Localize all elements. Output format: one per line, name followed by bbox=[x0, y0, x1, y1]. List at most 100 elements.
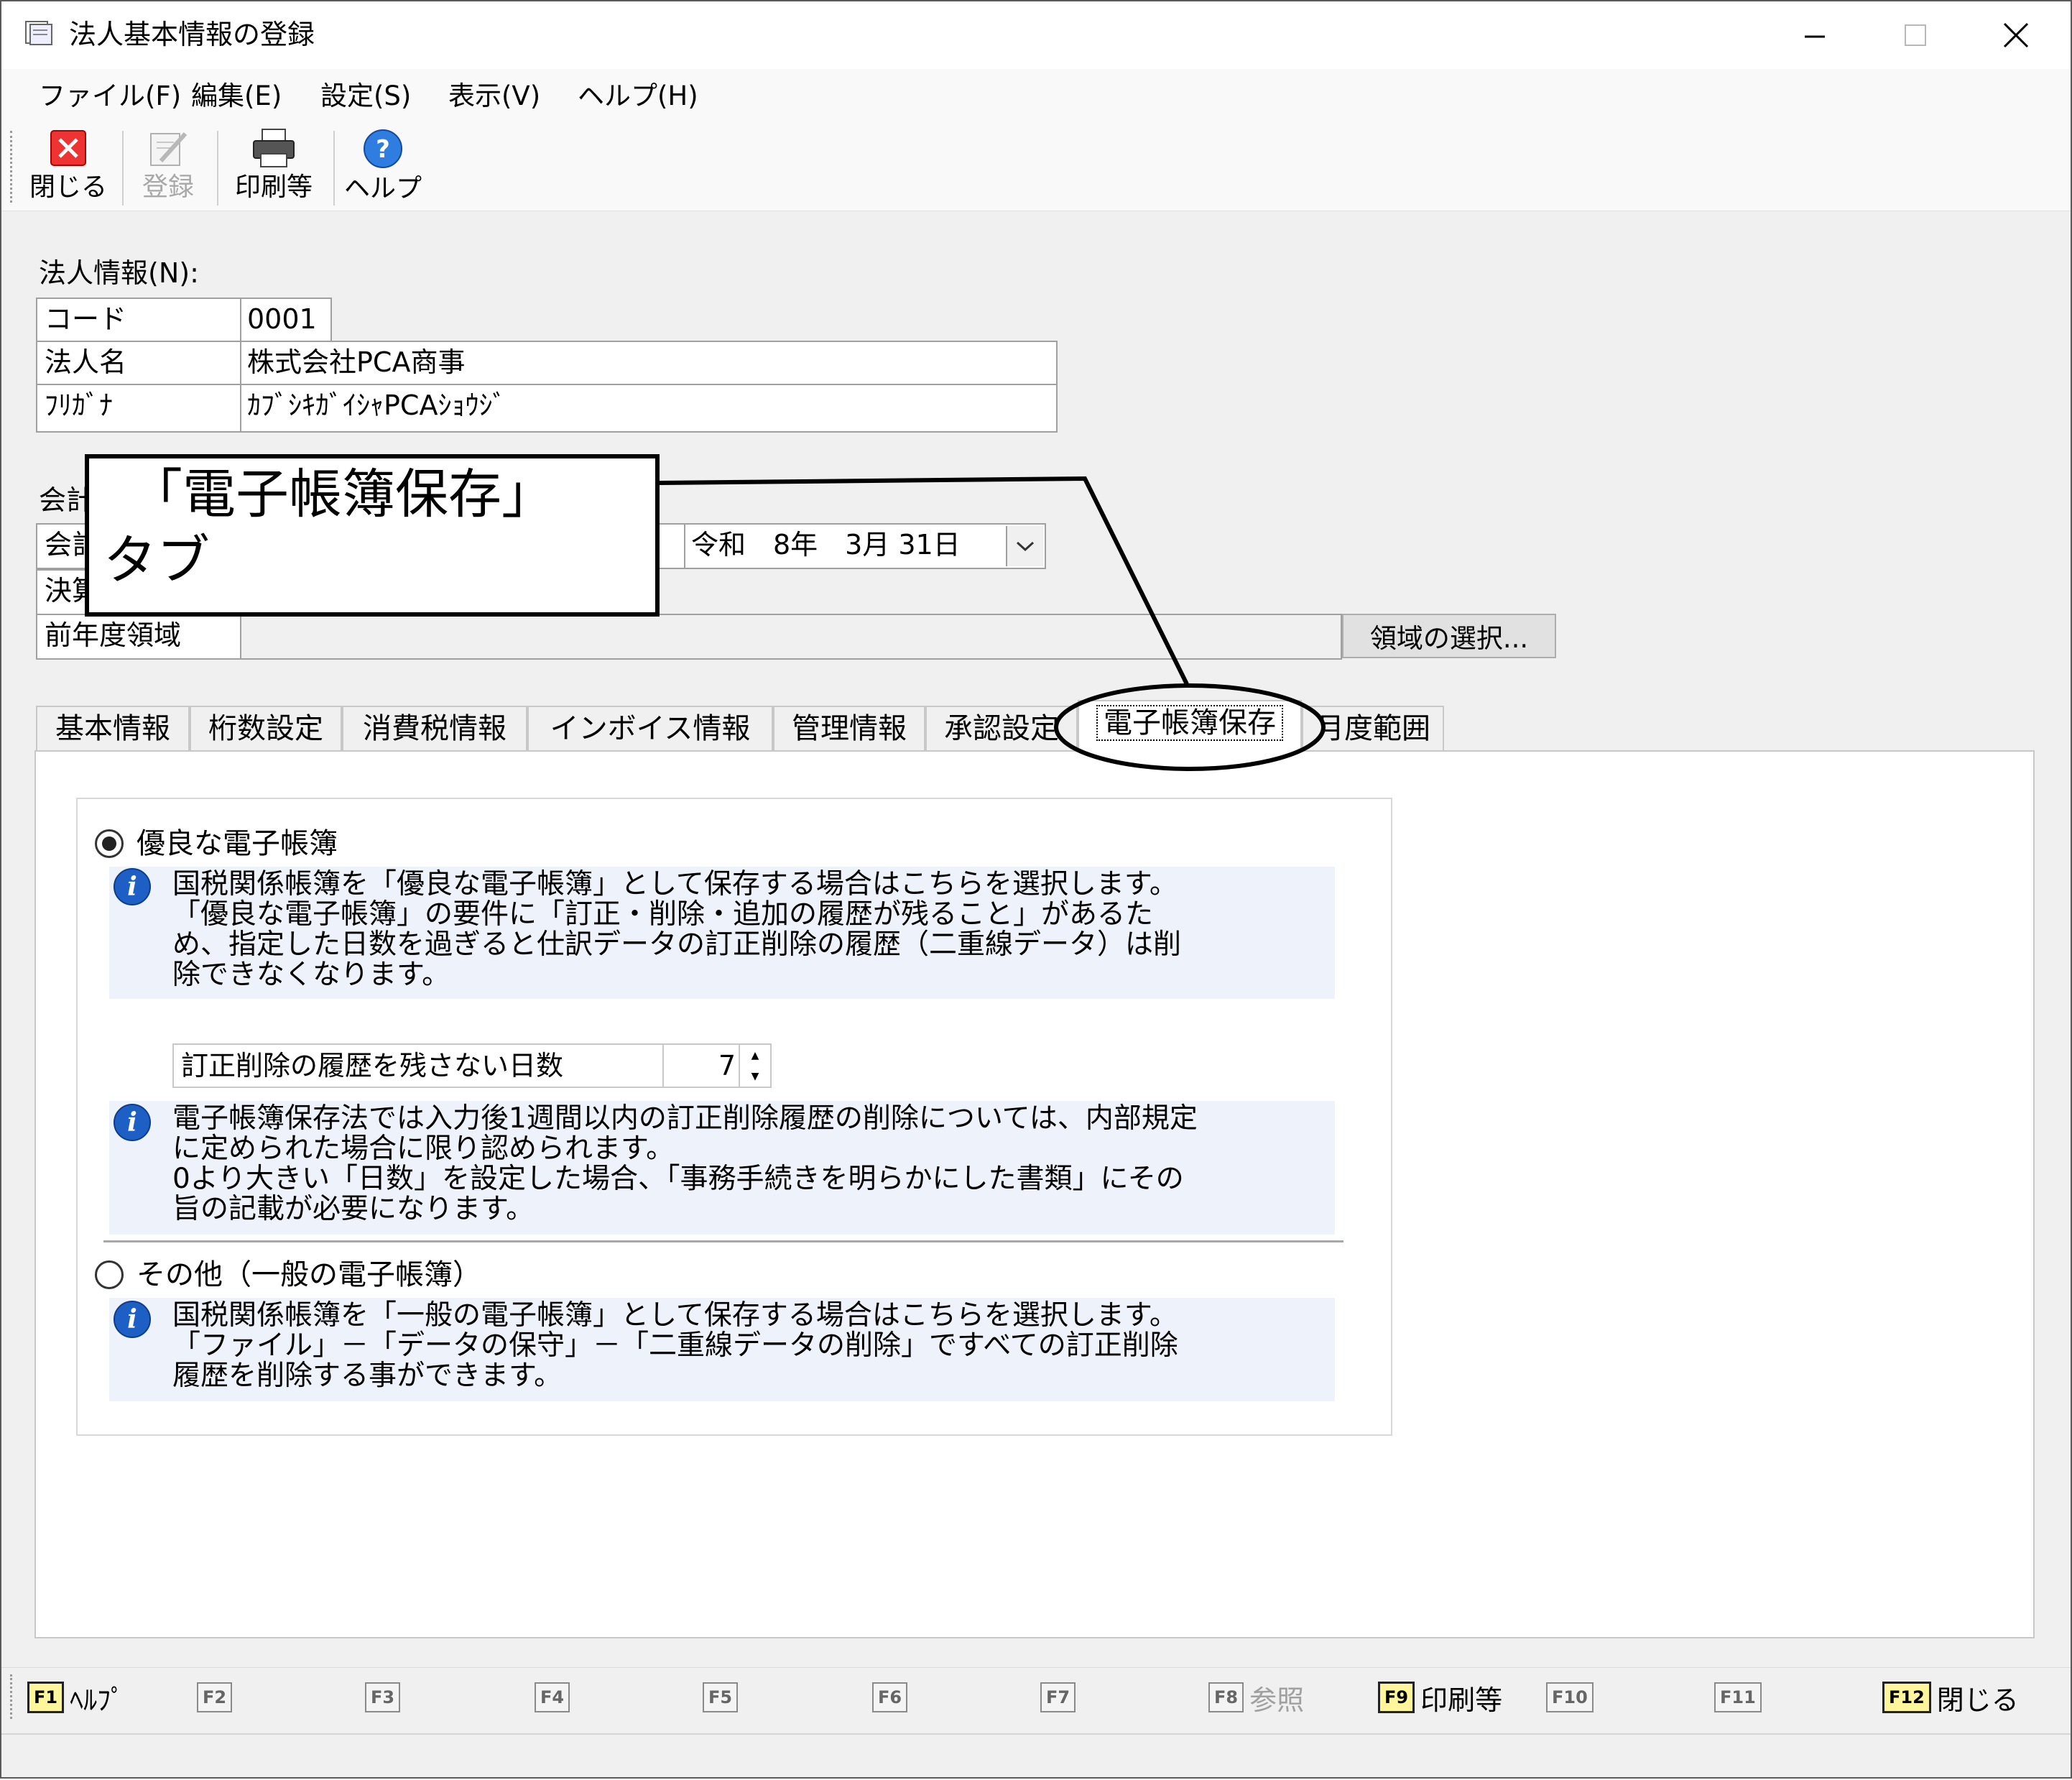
register-tool-label: 登録 bbox=[142, 172, 194, 202]
fkey-f9-print[interactable]: F9 印刷等 bbox=[1378, 1676, 1502, 1719]
prev-year-label: 前年度領域 bbox=[36, 614, 241, 660]
fkey-label: F12 bbox=[1882, 1682, 1931, 1713]
status-bar bbox=[1, 1733, 2071, 1777]
close-icon bbox=[2003, 22, 2029, 48]
period-end-date-field[interactable]: 令和 8年 3月 31日 bbox=[684, 523, 1046, 569]
fkey-label: F7 bbox=[1040, 1682, 1076, 1712]
close-red-icon bbox=[50, 130, 86, 166]
tab-digits[interactable]: 桁数設定 bbox=[190, 706, 342, 750]
stepper-down-icon[interactable]: ▼ bbox=[740, 1066, 770, 1087]
toolbar-separator bbox=[217, 131, 218, 206]
furigana-field[interactable]: ｶﾌﾞｼｷｶﾞｲｼｬPCAｼｮｳｼﾞ bbox=[240, 384, 1058, 433]
info-text-retention: 電子帳簿保存法では入力後1週間以内の訂正削除履歴の削除については、内部規定 に定… bbox=[172, 1102, 1198, 1225]
callout-line2: タブ bbox=[103, 530, 210, 591]
date-dropdown-button[interactable] bbox=[1006, 526, 1043, 566]
close-tool-label: 閉じる bbox=[29, 172, 107, 202]
close-window-button[interactable] bbox=[1966, 1, 2066, 69]
menu-file[interactable]: ファイル(F) bbox=[36, 76, 184, 116]
info-text-excellent: 国税関係帳簿を「優良な電子帳簿」として保存する場合はこちらを選択します。 「優良… bbox=[172, 868, 1182, 991]
printer-icon bbox=[253, 129, 295, 167]
tab-approval[interactable]: 承認設定 bbox=[925, 706, 1078, 750]
app-icon bbox=[25, 21, 52, 45]
tab-consumption-tax[interactable]: 消費税情報 bbox=[342, 706, 527, 750]
code-field[interactable]: 0001 bbox=[240, 298, 332, 342]
fkey-text: ﾍﾙﾌﾟ bbox=[70, 1684, 125, 1716]
fkey-f11: F11 bbox=[1714, 1676, 1767, 1719]
maximize-button[interactable] bbox=[1865, 1, 1966, 69]
menu-bar bbox=[1, 69, 2071, 125]
callout-line1: 「電子帳簿保存」 bbox=[129, 464, 555, 525]
radio-selected-dot bbox=[102, 836, 116, 851]
corp-name-label: 法人名 bbox=[36, 341, 241, 385]
code-label: コード bbox=[36, 298, 241, 342]
fkey-f2: F2 bbox=[197, 1676, 238, 1719]
fkey-f5: F5 bbox=[703, 1676, 744, 1719]
fkey-f10: F10 bbox=[1546, 1676, 1599, 1719]
minimize-icon bbox=[1805, 35, 1825, 38]
fkey-f3: F3 bbox=[365, 1676, 406, 1719]
help-tool-button[interactable]: ? ヘルプ bbox=[343, 128, 422, 211]
info-icon: i bbox=[114, 1301, 151, 1338]
fkey-label: F3 bbox=[365, 1682, 401, 1712]
tab-electronic-books[interactable]: 電子帳簿保存 bbox=[1078, 700, 1302, 752]
fkey-bar-grip bbox=[10, 1674, 14, 1719]
tab-electronic-books-label: 電子帳簿保存 bbox=[1096, 705, 1283, 741]
fkey-f4: F4 bbox=[535, 1676, 575, 1719]
radio-general-ebook[interactable] bbox=[95, 1260, 124, 1289]
menu-settings[interactable]: 設定(S) bbox=[318, 76, 414, 116]
prev-year-field bbox=[240, 614, 1342, 660]
maximize-icon bbox=[1905, 24, 1926, 46]
help-tool-label: ヘルプ bbox=[343, 174, 422, 203]
fkey-f7: F7 bbox=[1040, 1676, 1081, 1719]
main-window: 法人基本情報の登録 ファイル(F) 編集(E) 設定(S) 表示(V) ヘルプ(… bbox=[0, 0, 2072, 1779]
group-divider bbox=[103, 1240, 1343, 1242]
tab-management[interactable]: 管理情報 bbox=[773, 706, 925, 750]
radio-general-label: その他（一般の電子帳簿） bbox=[137, 1258, 481, 1291]
radio-excellent-label: 優良な電子帳簿 bbox=[137, 827, 338, 860]
info-text-general: 国税関係帳簿を「一般の電子帳簿」として保存する場合はこちらを選択します。 「ファ… bbox=[172, 1299, 1178, 1392]
fkey-f12-close[interactable]: F12 閉じる bbox=[1882, 1676, 2019, 1719]
select-area-button[interactable]: 領域の選択... bbox=[1342, 614, 1556, 658]
info-icon: i bbox=[114, 1104, 151, 1141]
fkey-label: F6 bbox=[872, 1682, 908, 1712]
menu-help[interactable]: ヘルプ(H) bbox=[575, 76, 701, 116]
fkey-label: F8 bbox=[1208, 1682, 1244, 1712]
minimize-button[interactable] bbox=[1765, 1, 1865, 69]
fkey-label: F11 bbox=[1714, 1682, 1762, 1712]
corp-info-section-label: 法人情報(N): bbox=[39, 257, 199, 289]
tab-month-range[interactable]: 月度範囲 bbox=[1302, 706, 1444, 750]
days-label: 訂正削除の履歴を残さない日数 bbox=[172, 1043, 664, 1088]
close-tool-button[interactable]: 閉じる bbox=[29, 128, 108, 211]
fkey-f6: F6 bbox=[872, 1676, 913, 1719]
fkey-text: 参照 bbox=[1249, 1684, 1305, 1716]
help-question-icon: ? bbox=[364, 129, 402, 168]
tab-invoice[interactable]: インボイス情報 bbox=[527, 706, 773, 750]
days-stepper-buttons[interactable]: ▲ ▼ bbox=[739, 1045, 770, 1087]
fkey-f1-help[interactable]: F1 ﾍﾙﾌﾟ bbox=[27, 1676, 124, 1719]
fkey-label: F5 bbox=[703, 1682, 739, 1712]
tab-basic-info[interactable]: 基本情報 bbox=[36, 706, 190, 750]
furigana-label: ﾌﾘｶﾞﾅ bbox=[36, 384, 241, 433]
fkey-label: F4 bbox=[535, 1682, 570, 1712]
callout-box: 「電子帳簿保存」 タブ bbox=[85, 454, 660, 617]
toolbar-separator bbox=[122, 131, 124, 206]
edit-pencil-icon bbox=[150, 132, 188, 166]
radio-excellent-ebook[interactable] bbox=[95, 829, 124, 858]
fkey-label: F10 bbox=[1546, 1682, 1594, 1712]
menu-view[interactable]: 表示(V) bbox=[445, 76, 543, 116]
print-tool-button[interactable]: 印刷等 bbox=[227, 128, 320, 211]
register-tool-button[interactable]: 登録 bbox=[132, 128, 204, 211]
stepper-up-icon[interactable]: ▲ bbox=[740, 1045, 770, 1066]
fkey-text: 閉じる bbox=[1936, 1684, 2019, 1716]
svg-text:?: ? bbox=[376, 135, 390, 164]
menu-edit[interactable]: 編集(E) bbox=[188, 76, 285, 116]
chevron-down-icon bbox=[1016, 541, 1035, 552]
toolbar-grip bbox=[10, 131, 14, 203]
corp-name-field[interactable]: 株式会社PCA商事 bbox=[240, 341, 1058, 385]
window-title: 法人基本情報の登録 bbox=[69, 19, 315, 50]
fkey-label: F1 bbox=[27, 1682, 65, 1713]
print-tool-label: 印刷等 bbox=[234, 172, 313, 202]
fkey-label: F2 bbox=[197, 1682, 233, 1712]
fkey-f8-reference: F8 参照 bbox=[1208, 1676, 1304, 1719]
fkey-label: F9 bbox=[1378, 1682, 1415, 1713]
